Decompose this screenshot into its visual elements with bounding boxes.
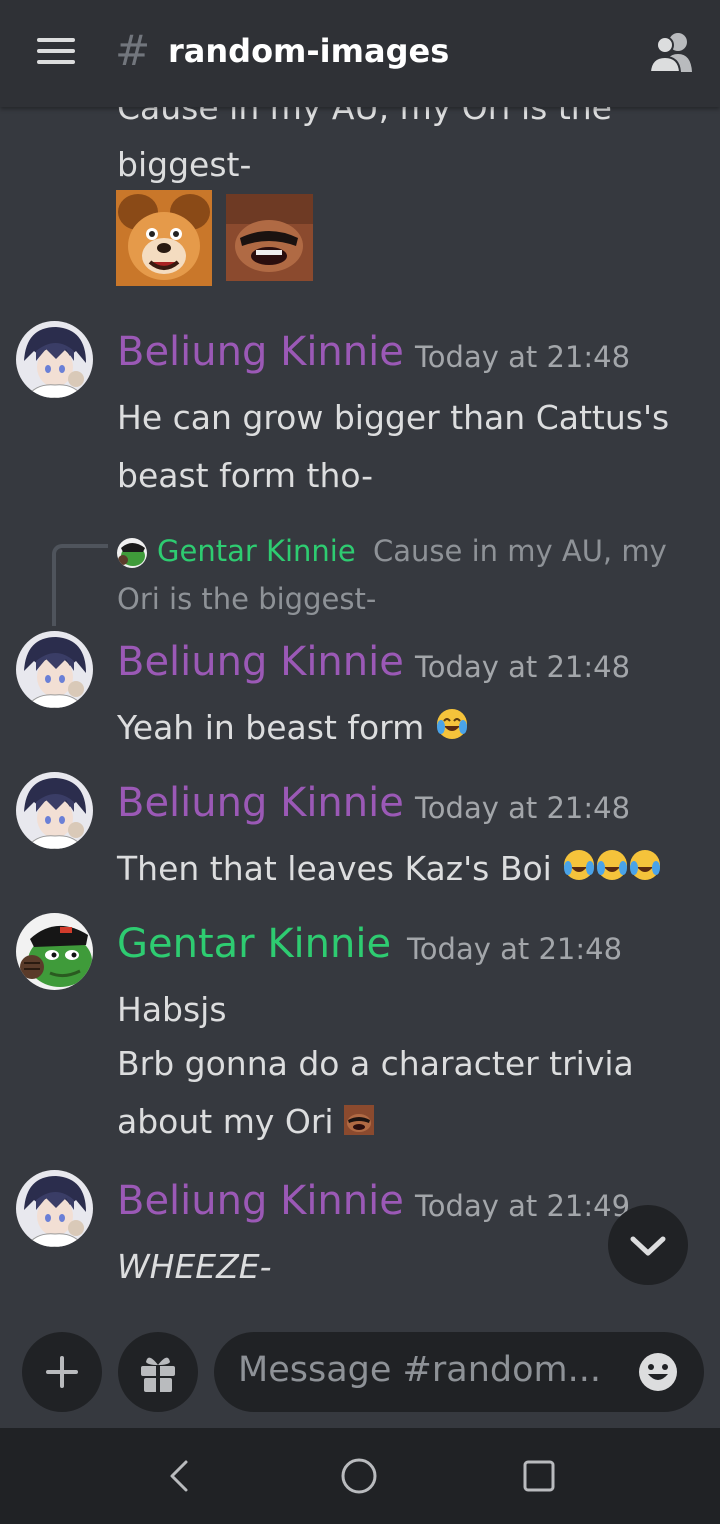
message-text: Brb gonna do a character trivia bbox=[117, 1044, 634, 1083]
message-author[interactable]: Beliung Kinnie bbox=[117, 1178, 404, 1224]
message-text: biggest- bbox=[117, 145, 252, 184]
message-text: about my Ori bbox=[117, 1094, 375, 1151]
laughing-man-emoji-image[interactable] bbox=[226, 194, 313, 281]
message-text: WHEEZE- bbox=[117, 1247, 272, 1286]
tears-of-joy-emoji-icon bbox=[435, 702, 469, 757]
message-input-placeholder: Message #random... bbox=[238, 1350, 601, 1390]
message-list[interactable]: Cause in my AU, my Ori is the biggest- B… bbox=[0, 0, 720, 1320]
avatar[interactable] bbox=[16, 321, 93, 398]
reply-avatar bbox=[117, 538, 147, 568]
message-input[interactable]: Message #random... bbox=[214, 1332, 704, 1412]
system-navigation-bar bbox=[0, 1428, 720, 1524]
gift-button[interactable] bbox=[118, 1332, 198, 1412]
message-text: Habsjs bbox=[117, 990, 227, 1029]
message-text-content: about my Ori bbox=[117, 1102, 334, 1141]
emoji-picker-icon[interactable] bbox=[638, 1352, 678, 1392]
reply-preview[interactable]: Cause in my AU, my bbox=[373, 534, 667, 568]
composer-bar: Message #random... bbox=[0, 1320, 720, 1428]
back-icon[interactable] bbox=[164, 1458, 196, 1494]
message-text: Then that leaves Kaz's Boi bbox=[117, 841, 662, 898]
reply-preview[interactable]: Ori is the biggest- bbox=[117, 582, 376, 616]
recents-icon[interactable] bbox=[522, 1459, 556, 1493]
jump-to-bottom-button[interactable] bbox=[608, 1205, 688, 1285]
tears-of-joy-emoji-icon bbox=[562, 843, 662, 898]
add-attachment-button[interactable] bbox=[22, 1332, 102, 1412]
cartoon-dog-sticker-image[interactable] bbox=[116, 190, 212, 286]
message-text-content: Yeah in beast form bbox=[117, 708, 425, 747]
reply-connector bbox=[52, 544, 108, 626]
reply-author[interactable]: Gentar Kinnie bbox=[157, 534, 356, 568]
channel-hash-icon: # bbox=[115, 26, 151, 75]
message-timestamp: Today at 21:48 bbox=[415, 340, 631, 374]
message-text: He can grow bigger than Cattus's bbox=[117, 398, 670, 437]
message-text-content: Then that leaves Kaz's Boi bbox=[117, 849, 552, 888]
message-timestamp: Today at 21:48 bbox=[415, 650, 631, 684]
channel-title[interactable]: random-images bbox=[168, 32, 449, 70]
members-icon[interactable] bbox=[648, 30, 696, 74]
message-timestamp: Today at 21:48 bbox=[415, 791, 631, 825]
laughing-man-emoji-icon bbox=[344, 1096, 375, 1151]
menu-icon[interactable] bbox=[37, 38, 75, 68]
message-author[interactable]: Beliung Kinnie bbox=[117, 780, 404, 826]
message-timestamp: Today at 21:49 bbox=[415, 1189, 631, 1223]
plus-icon bbox=[46, 1356, 78, 1388]
message-author[interactable]: Beliung Kinnie bbox=[117, 329, 404, 375]
home-icon[interactable] bbox=[340, 1457, 378, 1495]
avatar[interactable] bbox=[16, 913, 93, 990]
gift-icon bbox=[141, 1357, 175, 1392]
chevron-down-icon bbox=[630, 1236, 666, 1256]
channel-header: # random-images bbox=[0, 0, 720, 107]
avatar[interactable] bbox=[16, 772, 93, 849]
avatar[interactable] bbox=[16, 631, 93, 708]
message-text: Yeah in beast form bbox=[117, 700, 469, 757]
message-author[interactable]: Gentar Kinnie bbox=[117, 921, 391, 967]
avatar[interactable] bbox=[16, 1170, 93, 1247]
message-author[interactable]: Beliung Kinnie bbox=[117, 639, 404, 685]
message-text: beast form tho- bbox=[117, 456, 374, 495]
message-timestamp: Today at 21:48 bbox=[407, 932, 623, 966]
